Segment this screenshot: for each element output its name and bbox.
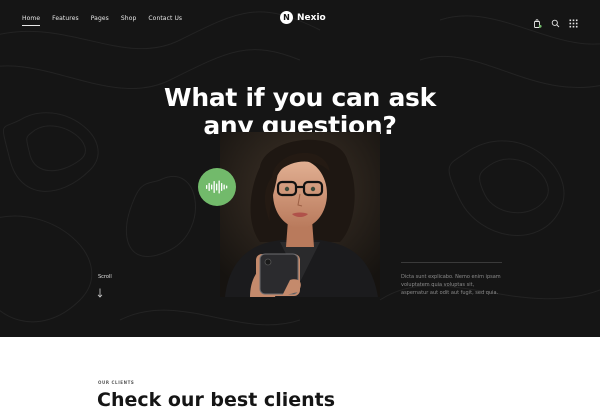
nav-home[interactable]: Home (22, 15, 41, 26)
brand-logo[interactable]: N Nexio (280, 11, 326, 24)
clients-heading: Check our best clients (97, 389, 336, 411)
nav-pages[interactable]: Pages (91, 15, 109, 26)
nav-contact-us[interactable]: Contact Us (148, 15, 182, 26)
search-icon[interactable] (551, 13, 560, 28)
hero-portrait-image (220, 132, 380, 297)
cart-icon[interactable] (533, 13, 542, 28)
header-tools (533, 13, 578, 28)
hero-description: Dicta sunt explicabo. Nemo enim ipsam vo… (401, 262, 502, 297)
hero-section: Home Features Pages Shop Contact Us N Ne… (0, 0, 600, 337)
nav-features[interactable]: Features (52, 15, 79, 26)
scroll-label[interactable]: Scroll (98, 274, 112, 280)
clients-eyebrow: OUR CLIENTS (98, 380, 135, 385)
headline-line-1: What if you can ask (164, 83, 436, 112)
nav-shop[interactable]: Shop (121, 15, 137, 26)
voice-wave-button[interactable] (198, 168, 236, 206)
sound-wave-icon (206, 180, 228, 194)
grid-menu-icon[interactable] (569, 13, 578, 28)
arrow-down-icon[interactable] (97, 288, 103, 298)
brand-name: Nexio (297, 12, 326, 23)
logo-icon: N (280, 11, 293, 24)
main-nav: Home Features Pages Shop Contact Us (22, 15, 194, 26)
